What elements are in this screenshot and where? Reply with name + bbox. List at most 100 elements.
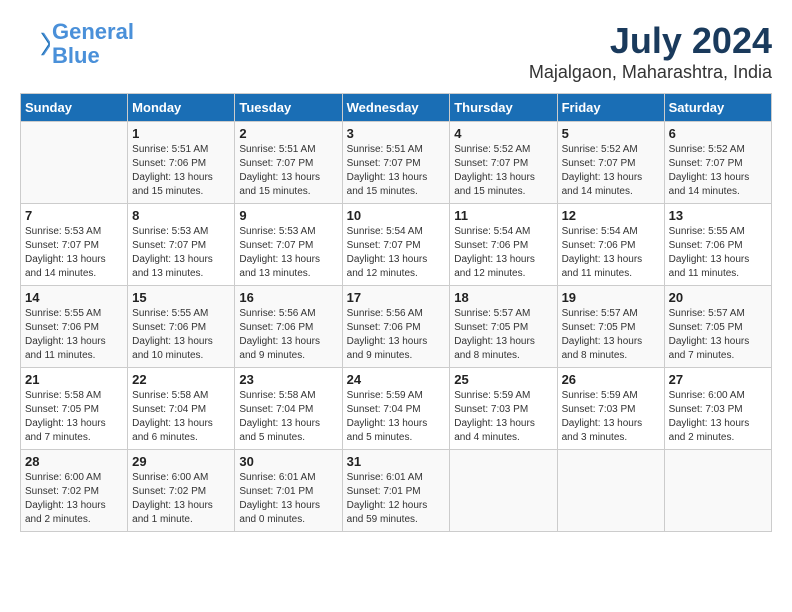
weekday-header: Tuesday [235, 94, 342, 122]
day-number: 9 [239, 208, 337, 223]
calendar-day-cell: 8 Sunrise: 5:53 AM Sunset: 7:07 PM Daylig… [128, 204, 235, 286]
day-info: Sunrise: 5:54 AM Sunset: 7:07 PM Dayligh… [347, 225, 446, 281]
day-number: 17 [347, 290, 446, 305]
day-number: 2 [239, 126, 337, 141]
day-info: Sunrise: 5:58 AM Sunset: 7:04 PM Dayligh… [132, 389, 230, 445]
day-number: 16 [239, 290, 337, 305]
calendar-day-cell: 20 Sunrise: 5:57 AM Sunset: 7:05 PM Dayli… [664, 286, 771, 368]
day-info: Sunrise: 6:00 AM Sunset: 7:02 PM Dayligh… [132, 471, 230, 527]
calendar-table: SundayMondayTuesdayWednesdayThursdayFrid… [20, 93, 772, 532]
calendar-week-row: 14 Sunrise: 5:55 AM Sunset: 7:06 PM Dayli… [21, 286, 772, 368]
day-info: Sunrise: 5:55 AM Sunset: 7:06 PM Dayligh… [25, 307, 123, 363]
day-info: Sunrise: 5:56 AM Sunset: 7:06 PM Dayligh… [347, 307, 446, 363]
day-info: Sunrise: 5:52 AM Sunset: 7:07 PM Dayligh… [562, 143, 660, 199]
calendar-day-cell: 16 Sunrise: 5:56 AM Sunset: 7:06 PM Dayli… [235, 286, 342, 368]
day-number: 23 [239, 372, 337, 387]
day-number: 13 [669, 208, 767, 223]
day-info: Sunrise: 5:54 AM Sunset: 7:06 PM Dayligh… [562, 225, 660, 281]
day-number: 18 [454, 290, 552, 305]
day-number: 25 [454, 372, 552, 387]
day-info: Sunrise: 5:53 AM Sunset: 7:07 PM Dayligh… [239, 225, 337, 281]
logo: General Blue [20, 20, 134, 68]
day-info: Sunrise: 5:59 AM Sunset: 7:03 PM Dayligh… [454, 389, 552, 445]
calendar-day-cell: 7 Sunrise: 5:53 AM Sunset: 7:07 PM Daylig… [21, 204, 128, 286]
day-info: Sunrise: 5:51 AM Sunset: 7:07 PM Dayligh… [347, 143, 446, 199]
day-info: Sunrise: 5:55 AM Sunset: 7:06 PM Dayligh… [132, 307, 230, 363]
day-info: Sunrise: 6:00 AM Sunset: 7:03 PM Dayligh… [669, 389, 767, 445]
calendar-day-cell: 15 Sunrise: 5:55 AM Sunset: 7:06 PM Dayli… [128, 286, 235, 368]
day-number: 21 [25, 372, 123, 387]
day-number: 10 [347, 208, 446, 223]
calendar-header-row: SundayMondayTuesdayWednesdayThursdayFrid… [21, 94, 772, 122]
day-number: 27 [669, 372, 767, 387]
day-number: 11 [454, 208, 552, 223]
calendar-day-cell: 24 Sunrise: 5:59 AM Sunset: 7:04 PM Dayli… [342, 368, 450, 450]
calendar-day-cell: 3 Sunrise: 5:51 AM Sunset: 7:07 PM Daylig… [342, 122, 450, 204]
calendar-week-row: 28 Sunrise: 6:00 AM Sunset: 7:02 PM Dayli… [21, 450, 772, 532]
calendar-day-cell: 2Sunrise: 5:51 AM Sunset: 7:07 PM Daylig… [235, 122, 342, 204]
calendar-day-cell [21, 122, 128, 204]
day-info: Sunrise: 5:53 AM Sunset: 7:07 PM Dayligh… [25, 225, 123, 281]
day-number: 30 [239, 454, 337, 469]
day-info: Sunrise: 5:53 AM Sunset: 7:07 PM Dayligh… [132, 225, 230, 281]
day-number: 8 [132, 208, 230, 223]
day-number: 3 [347, 126, 446, 141]
day-info: Sunrise: 5:57 AM Sunset: 7:05 PM Dayligh… [562, 307, 660, 363]
calendar-day-cell: 31 Sunrise: 6:01 AM Sunset: 7:01 PM Dayli… [342, 450, 450, 532]
day-number: 7 [25, 208, 123, 223]
calendar-day-cell: 10 Sunrise: 5:54 AM Sunset: 7:07 PM Dayli… [342, 204, 450, 286]
calendar-day-cell: 25 Sunrise: 5:59 AM Sunset: 7:03 PM Dayli… [450, 368, 557, 450]
calendar-week-row: 7 Sunrise: 5:53 AM Sunset: 7:07 PM Daylig… [21, 204, 772, 286]
day-info: Sunrise: 6:00 AM Sunset: 7:02 PM Dayligh… [25, 471, 123, 527]
calendar-day-cell: 14 Sunrise: 5:55 AM Sunset: 7:06 PM Dayli… [21, 286, 128, 368]
day-number: 22 [132, 372, 230, 387]
day-number: 20 [669, 290, 767, 305]
day-info: Sunrise: 5:54 AM Sunset: 7:06 PM Dayligh… [454, 225, 552, 281]
day-info: Sunrise: 5:57 AM Sunset: 7:05 PM Dayligh… [454, 307, 552, 363]
day-number: 26 [562, 372, 660, 387]
weekday-header: Saturday [664, 94, 771, 122]
day-number: 12 [562, 208, 660, 223]
day-info: Sunrise: 6:01 AM Sunset: 7:01 PM Dayligh… [239, 471, 337, 527]
day-number: 28 [25, 454, 123, 469]
day-number: 1 [132, 126, 230, 141]
calendar-day-cell: 12 Sunrise: 5:54 AM Sunset: 7:06 PM Dayli… [557, 204, 664, 286]
calendar-day-cell: 30 Sunrise: 6:01 AM Sunset: 7:01 PM Dayli… [235, 450, 342, 532]
day-number: 15 [132, 290, 230, 305]
day-number: 24 [347, 372, 446, 387]
day-info: Sunrise: 5:55 AM Sunset: 7:06 PM Dayligh… [669, 225, 767, 281]
calendar-day-cell [557, 450, 664, 532]
day-info: Sunrise: 5:59 AM Sunset: 7:04 PM Dayligh… [347, 389, 446, 445]
day-info: Sunrise: 6:01 AM Sunset: 7:01 PM Dayligh… [347, 471, 446, 527]
calendar-day-cell: 17 Sunrise: 5:56 AM Sunset: 7:06 PM Dayli… [342, 286, 450, 368]
day-info: Sunrise: 5:52 AM Sunset: 7:07 PM Dayligh… [454, 143, 552, 199]
calendar-day-cell: 4 Sunrise: 5:52 AM Sunset: 7:07 PM Daylig… [450, 122, 557, 204]
calendar-day-cell: 11 Sunrise: 5:54 AM Sunset: 7:06 PM Dayli… [450, 204, 557, 286]
calendar-day-cell: 6Sunrise: 5:52 AM Sunset: 7:07 PM Daylig… [664, 122, 771, 204]
calendar-week-row: 21 Sunrise: 5:58 AM Sunset: 7:05 PM Dayli… [21, 368, 772, 450]
location-title: Majalgaon, Maharashtra, India [529, 62, 772, 83]
calendar-day-cell: 27 Sunrise: 6:00 AM Sunset: 7:03 PM Dayli… [664, 368, 771, 450]
weekday-header: Monday [128, 94, 235, 122]
calendar-day-cell: 29 Sunrise: 6:00 AM Sunset: 7:02 PM Dayli… [128, 450, 235, 532]
day-number: 31 [347, 454, 446, 469]
calendar-day-cell: 28 Sunrise: 6:00 AM Sunset: 7:02 PM Dayli… [21, 450, 128, 532]
day-number: 14 [25, 290, 123, 305]
weekday-header: Wednesday [342, 94, 450, 122]
calendar-day-cell: 5Sunrise: 5:52 AM Sunset: 7:07 PM Daylig… [557, 122, 664, 204]
day-number: 29 [132, 454, 230, 469]
day-info: Sunrise: 5:59 AM Sunset: 7:03 PM Dayligh… [562, 389, 660, 445]
day-info: Sunrise: 5:57 AM Sunset: 7:05 PM Dayligh… [669, 307, 767, 363]
calendar-body: 1 Sunrise: 5:51 AM Sunset: 7:06 PM Daylig… [21, 122, 772, 532]
day-number: 4 [454, 126, 552, 141]
calendar-day-cell: 23Sunrise: 5:58 AM Sunset: 7:04 PM Dayli… [235, 368, 342, 450]
day-info: Sunrise: 5:58 AM Sunset: 7:05 PM Dayligh… [25, 389, 123, 445]
calendar-day-cell: 21 Sunrise: 5:58 AM Sunset: 7:05 PM Dayli… [21, 368, 128, 450]
weekday-header: Thursday [450, 94, 557, 122]
calendar-day-cell [664, 450, 771, 532]
day-number: 19 [562, 290, 660, 305]
day-info: Sunrise: 5:51 AM Sunset: 7:06 PM Dayligh… [132, 143, 230, 199]
day-info: Sunrise: 5:52 AM Sunset: 7:07 PM Dayligh… [669, 143, 767, 199]
day-info: Sunrise: 5:56 AM Sunset: 7:06 PM Dayligh… [239, 307, 337, 363]
weekday-header: Friday [557, 94, 664, 122]
